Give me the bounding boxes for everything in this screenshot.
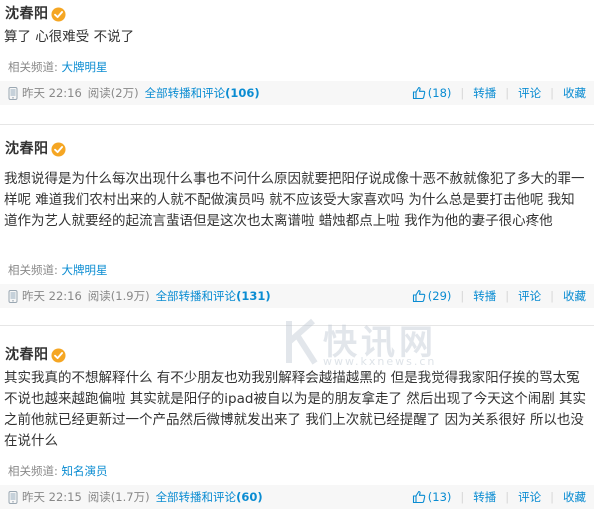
verified-badge-icon [50, 6, 66, 22]
phone-icon [8, 86, 18, 100]
like-count: (29) [427, 289, 452, 303]
post-time: 昨天 22:16 [22, 86, 82, 100]
weibo-feed: 沈春阳 算了 心很难受 不说了 相关频道: 大牌明星 昨天 22:16 阅读(2… [0, 0, 594, 513]
phone-icon [8, 490, 18, 504]
comment-button[interactable]: 评论 [518, 489, 541, 505]
all-reposts-count: (106) [225, 86, 260, 100]
divider [0, 124, 594, 125]
meta-left: 昨天 22:16 阅读(2万) 全部转播和评论(106) [8, 85, 260, 101]
thumbs-up-icon [412, 490, 426, 504]
post: 沈春阳 我想说得是为什么每次出现什么事也不问什么原因就要把阳仔说成像十恶不赦就像… [0, 131, 594, 313]
all-reposts-label: 全部转播和评论 [155, 289, 237, 303]
post-text: 其实我真的不想解释什么 有不少朋友也劝我别解释会越描越黑的 但是我觉得我家阳仔挨… [4, 370, 587, 449]
author-name[interactable]: 沈春阳 [5, 345, 49, 365]
repost-button[interactable]: 转播 [473, 489, 496, 505]
related-channel: 相关频道: 大牌明星 [8, 59, 108, 75]
all-reposts-count: (131) [236, 289, 271, 303]
all-reposts-count: (60) [236, 490, 263, 504]
favorite-button[interactable]: 收藏 [563, 489, 586, 505]
thumbs-up-icon [412, 86, 426, 100]
author-name[interactable]: 沈春阳 [5, 4, 49, 24]
all-reposts-link[interactable]: 全部转播和评论(131) [156, 288, 271, 304]
post-text: 算了 心很难受 不说了 [4, 29, 135, 45]
post-time: 昨天 22:16 [22, 289, 82, 303]
phone-icon [8, 289, 18, 303]
channel-label: 相关频道: [8, 464, 58, 478]
comment-button[interactable]: 评论 [518, 288, 541, 304]
author-name[interactable]: 沈春阳 [5, 139, 49, 159]
verified-badge-icon [50, 347, 66, 363]
meta-actions: (13) | 转播 | 评论 | 收藏 [412, 489, 586, 505]
author-row: 沈春阳 [5, 344, 66, 366]
all-reposts-label: 全部转播和评论 [144, 86, 226, 100]
comment-button[interactable]: 评论 [518, 85, 541, 101]
like-button[interactable]: (13) [412, 489, 452, 505]
repost-button[interactable]: 转播 [473, 85, 496, 101]
favorite-button[interactable]: 收藏 [563, 85, 586, 101]
like-count: (18) [427, 86, 452, 100]
divider [0, 325, 594, 326]
post-meta-bar: 昨天 22:16 阅读(1.9万) 全部转播和评论(131) (29) | 转播… [0, 284, 594, 308]
meta-left: 昨天 22:16 阅读(1.9万) 全部转播和评论(131) [8, 288, 271, 304]
meta-actions: (18) | 转播 | 评论 | 收藏 [412, 85, 586, 101]
channel-label: 相关频道: [8, 60, 58, 74]
meta-left: 昨天 22:15 阅读(1.7万) 全部转播和评论(60) [8, 489, 263, 505]
read-count: 阅读(2万) [87, 86, 139, 100]
all-reposts-link[interactable]: 全部转播和评论(106) [145, 85, 260, 101]
read-count: 阅读(1.7万) [87, 490, 150, 504]
favorite-button[interactable]: 收藏 [563, 288, 586, 304]
read-count: 阅读(1.9万) [87, 289, 150, 303]
channel-link[interactable]: 大牌明星 [62, 60, 108, 74]
channel-label: 相关频道: [8, 263, 58, 277]
related-channel: 相关频道: 大牌明星 [8, 262, 108, 278]
related-channel: 相关频道: 知名演员 [8, 463, 108, 479]
thumbs-up-icon [412, 289, 426, 303]
post-meta-bar: 昨天 22:16 阅读(2万) 全部转播和评论(106) (18) | 转播 |… [0, 81, 594, 105]
post: 沈春阳 算了 心很难受 不说了 相关频道: 大牌明星 昨天 22:16 阅读(2… [0, 0, 594, 112]
post-text: 我想说得是为什么每次出现什么事也不问什么原因就要把阳仔说成像十恶不赦就像犯了多大… [4, 171, 585, 229]
like-button[interactable]: (29) [412, 288, 452, 304]
post-time: 昨天 22:15 [22, 490, 82, 504]
repost-button[interactable]: 转播 [473, 288, 496, 304]
post-meta-bar: 昨天 22:15 阅读(1.7万) 全部转播和评论(60) (13) | 转播 … [0, 485, 594, 509]
verified-badge-icon [50, 141, 66, 157]
channel-link[interactable]: 大牌明星 [62, 263, 108, 277]
meta-actions: (29) | 转播 | 评论 | 收藏 [412, 288, 586, 304]
author-row: 沈春阳 [5, 138, 66, 160]
channel-link[interactable]: 知名演员 [62, 464, 108, 478]
all-reposts-label: 全部转播和评论 [155, 490, 237, 504]
author-row: 沈春阳 [5, 3, 66, 25]
like-button[interactable]: (18) [412, 85, 452, 101]
post: 沈春阳 其实我真的不想解释什么 有不少朋友也劝我别解释会越描越黑的 但是我觉得我… [0, 337, 594, 513]
all-reposts-link[interactable]: 全部转播和评论(60) [156, 489, 263, 505]
like-count: (13) [427, 490, 452, 504]
